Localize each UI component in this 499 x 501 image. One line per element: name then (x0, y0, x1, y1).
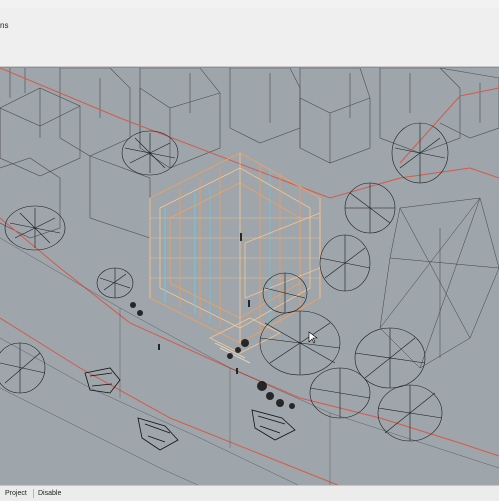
command-history-text: ns (0, 21, 9, 30)
status-pane-project[interactable]: Project (2, 489, 30, 499)
command-history-panel[interactable]: ns (0, 8, 499, 67)
wireframe-scene (0, 68, 499, 486)
site-boundary (0, 68, 499, 486)
background-buildings (0, 68, 499, 239)
status-pane-disable[interactable]: Disable (35, 489, 64, 499)
status-bar: Project Disable (0, 485, 499, 501)
perspective-viewport[interactable] (0, 67, 499, 486)
cars (84, 367, 296, 451)
window-top-strip (0, 0, 499, 8)
ground-lines (0, 237, 499, 486)
large-canopy-mesh (379, 197, 499, 369)
trees-wireframe (0, 122, 449, 442)
arrow-cursor-icon (308, 331, 318, 344)
status-separator (33, 489, 34, 498)
